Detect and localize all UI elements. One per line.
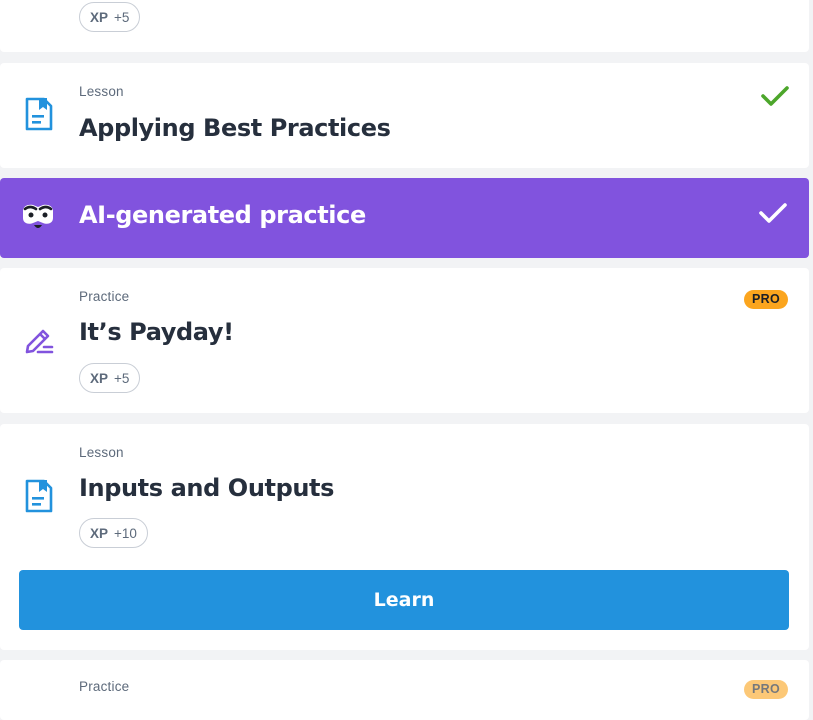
lesson-icon	[24, 97, 54, 131]
practice-card-its-payday[interactable]: Practice It’s Payday! PRO XP +5	[0, 268, 809, 413]
lesson-icon	[24, 479, 54, 513]
learn-button[interactable]: Learn	[19, 570, 789, 630]
lesson-card-inputs-and-outputs[interactable]: Lesson Inputs and Outputs XP +10 Learn	[0, 424, 809, 650]
next-practice-card[interactable]: Practice PRO	[0, 660, 809, 720]
practice-pencil-icon	[24, 323, 54, 357]
xp-label: XP	[90, 9, 109, 25]
xp-value: +5	[114, 9, 130, 25]
xp-pill: XP +5	[79, 2, 141, 32]
practice-title: It’s Payday!	[79, 318, 234, 346]
xp-label: XP	[90, 370, 109, 386]
lesson-card-applying-best-practices[interactable]: Lesson Applying Best Practices	[0, 63, 809, 168]
xp-pill: XP +10	[79, 518, 148, 548]
ai-robot-icon	[20, 200, 56, 234]
previous-lesson-card[interactable]: XP +5	[0, 0, 809, 52]
xp-label: XP	[90, 525, 109, 541]
xp-pill: XP +5	[79, 363, 141, 393]
lesson-type-label: Lesson	[79, 84, 124, 99]
xp-value: +10	[114, 525, 137, 541]
lesson-title: Inputs and Outputs	[79, 474, 334, 502]
ai-practice-title: AI-generated practice	[79, 201, 366, 229]
lesson-title: Applying Best Practices	[79, 114, 391, 142]
xp-value: +5	[114, 370, 130, 386]
pro-badge: PRO	[744, 680, 788, 699]
practice-type-label: Practice	[79, 289, 130, 304]
completed-check-icon	[759, 202, 787, 228]
pro-badge: PRO	[744, 290, 788, 309]
lesson-type-label: Lesson	[79, 445, 124, 460]
ai-generated-practice-bar[interactable]: AI-generated practice	[0, 178, 809, 258]
completed-check-icon	[761, 85, 789, 111]
